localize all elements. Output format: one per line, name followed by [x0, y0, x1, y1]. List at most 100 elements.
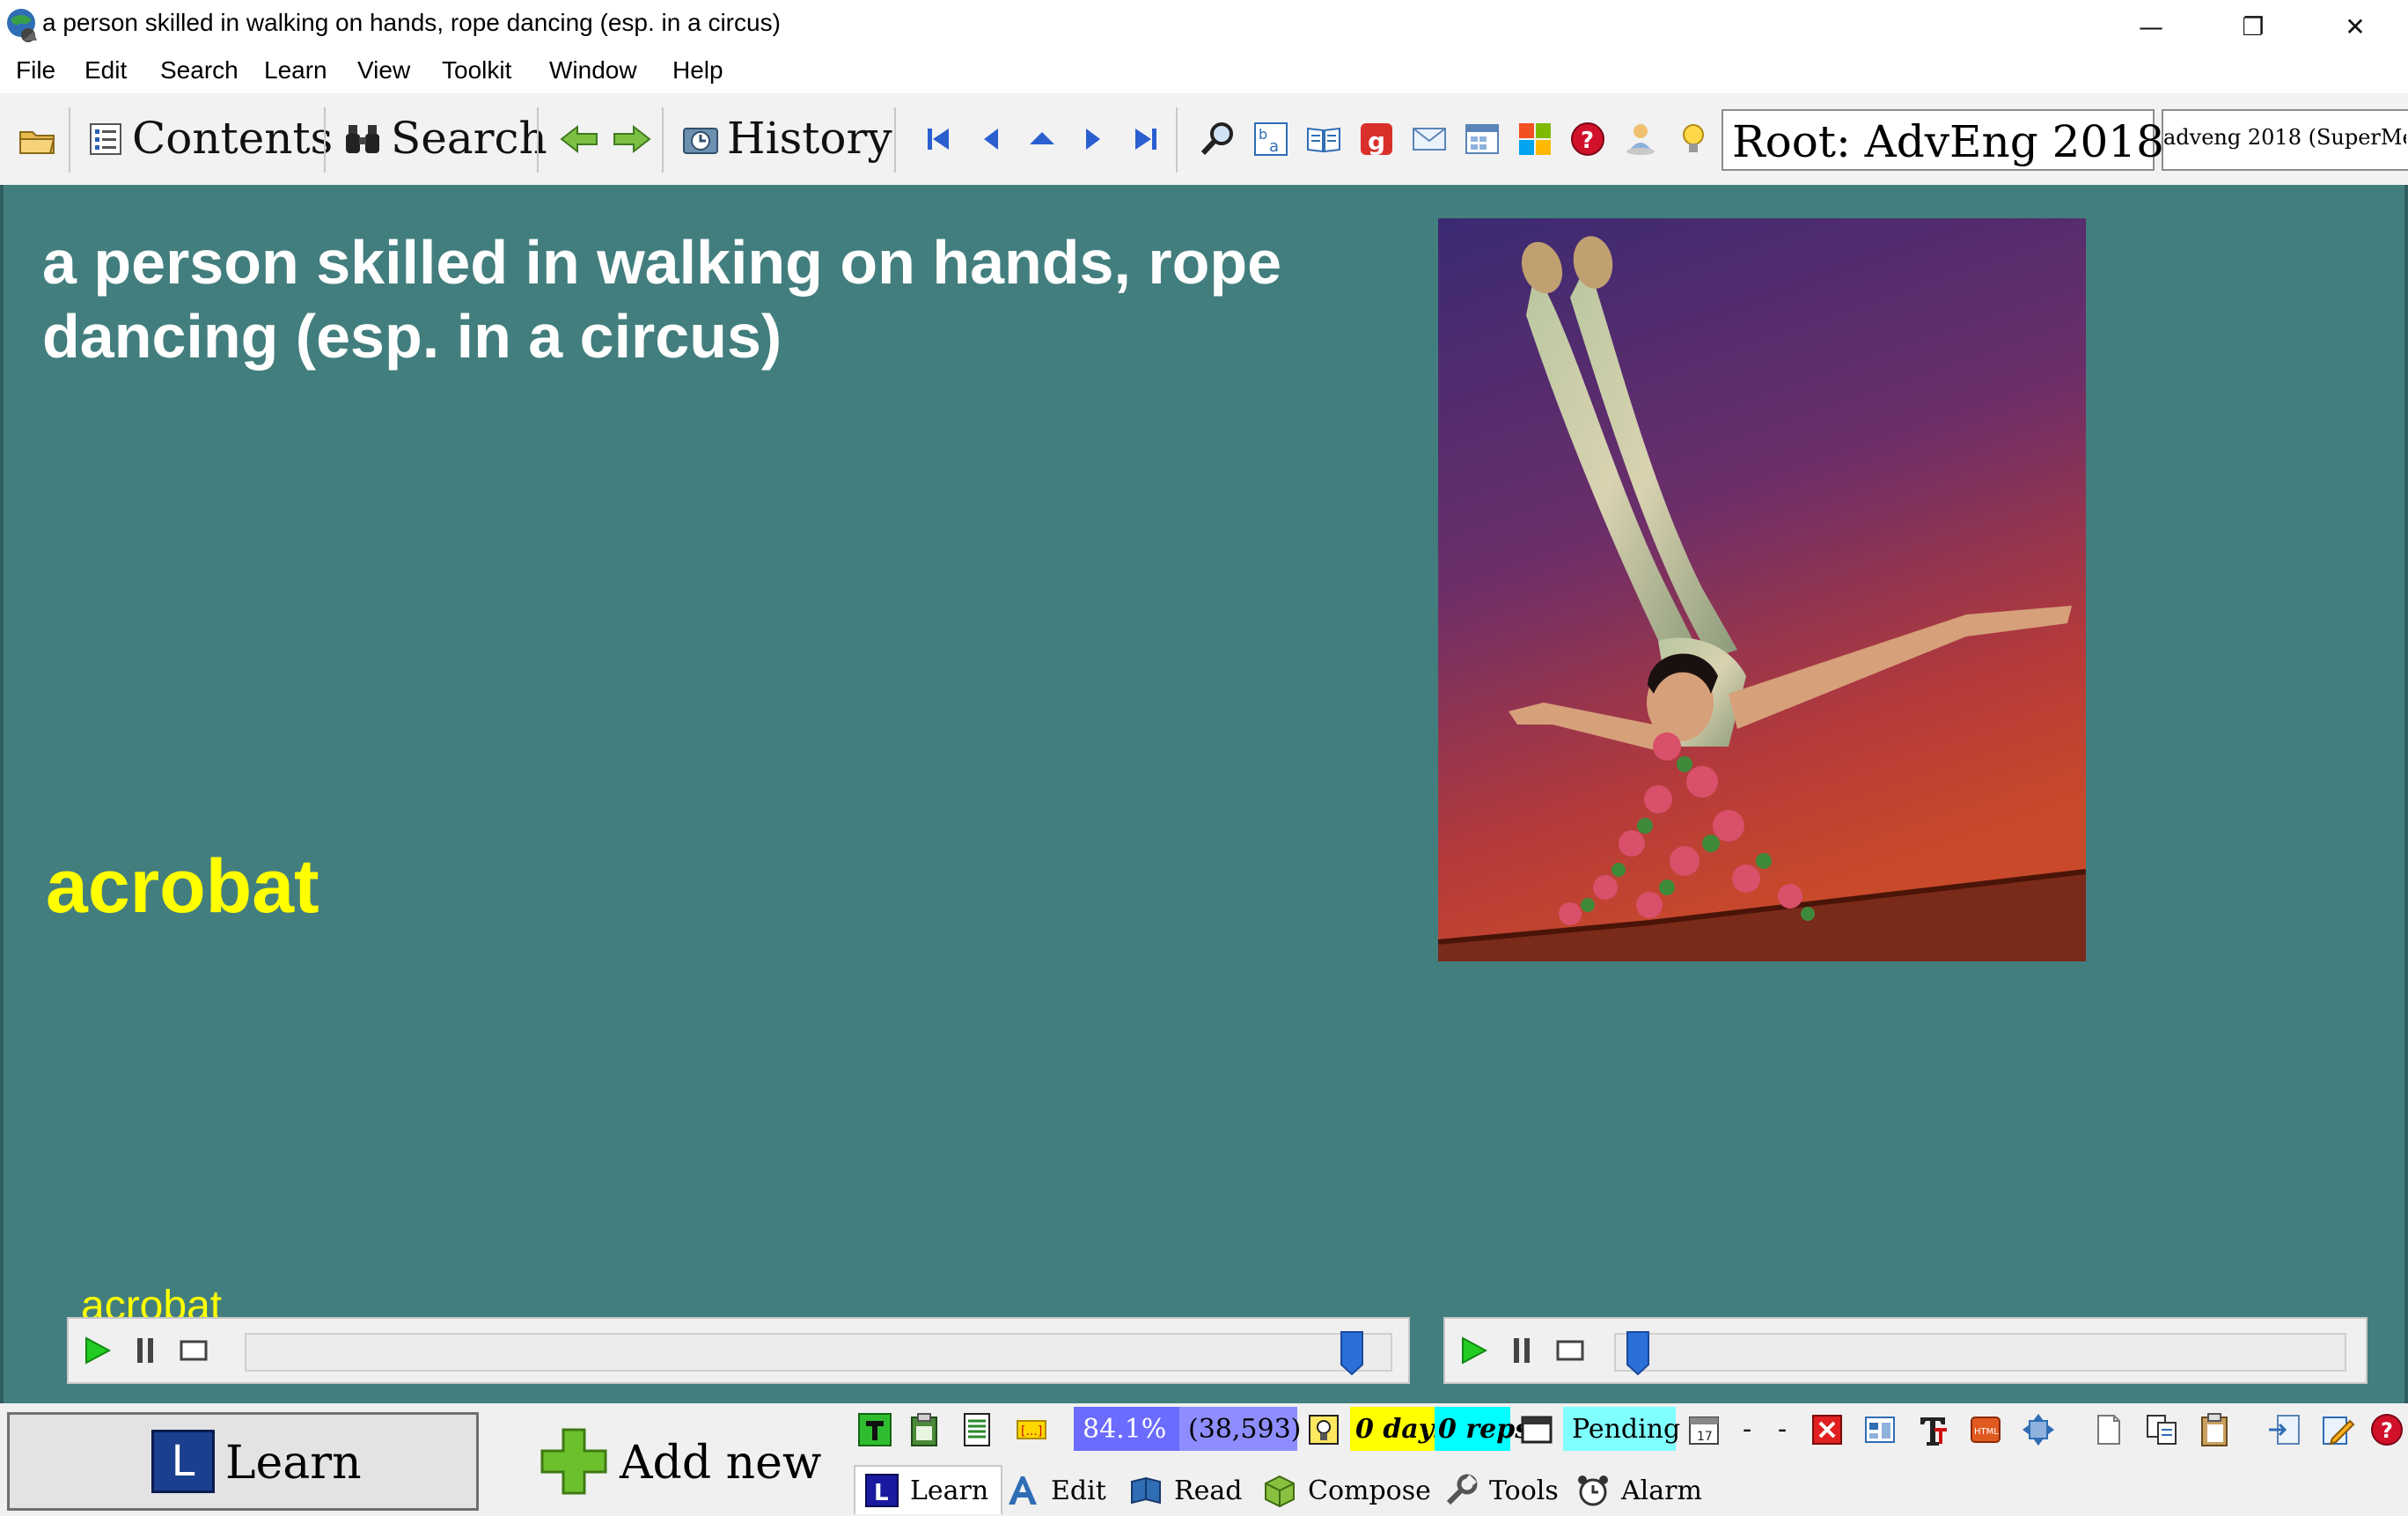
menu-toolkit[interactable]: Toolkit: [442, 56, 511, 85]
compose-cube-icon: [1262, 1473, 1297, 1508]
calculator-window-icon[interactable]: [1463, 120, 1501, 158]
layout-icon[interactable]: [1861, 1410, 1899, 1449]
acrobat-photo[interactable]: [1438, 218, 2086, 961]
magnifier-icon[interactable]: [1199, 120, 1237, 158]
tab-tools[interactable]: Tools: [1443, 1468, 1559, 1512]
contents-icon[interactable]: [86, 120, 125, 158]
seek-thumb-1[interactable]: [1340, 1331, 1363, 1375]
tab-edit[interactable]: Edit: [1005, 1468, 1106, 1512]
retention-value: 84.1%: [1074, 1407, 1179, 1451]
seek-track-2[interactable]: [1614, 1333, 2346, 1372]
help-icon[interactable]: ?: [2368, 1410, 2406, 1449]
menu-learn[interactable]: Learn: [264, 56, 327, 85]
menu-view[interactable]: View: [357, 56, 410, 85]
copy-icon[interactable]: [2142, 1410, 2181, 1449]
tab-compose-label: Compose: [1308, 1475, 1431, 1506]
html-icon[interactable]: HTML: [1966, 1410, 2005, 1449]
svg-text:17: 17: [1697, 1430, 1713, 1444]
windows-logo-icon[interactable]: [1516, 120, 1554, 158]
pause-icon[interactable]: [125, 1329, 167, 1372]
branch-text: Root: AdvEng 2018: [1732, 116, 2164, 167]
import-icon[interactable]: [2265, 1410, 2304, 1449]
answer-text[interactable]: acrobat: [46, 843, 319, 931]
learn-tab-icon: L: [864, 1473, 899, 1508]
lightbulb-icon[interactable]: [1674, 120, 1713, 158]
learn-button-label: Learn: [225, 1437, 362, 1490]
back-arrow-icon[interactable]: [560, 120, 598, 158]
contents-button[interactable]: Contents: [132, 113, 333, 164]
clipboard-icon[interactable]: [905, 1410, 943, 1449]
new-page-icon[interactable]: [2089, 1410, 2128, 1449]
stop-icon[interactable]: [173, 1329, 215, 1372]
priority-icon[interactable]: [1304, 1410, 1343, 1449]
person-icon[interactable]: [1621, 120, 1660, 158]
read-book-icon: [1128, 1473, 1164, 1508]
play-icon[interactable]: [1452, 1329, 1494, 1372]
last-element-icon[interactable]: [1127, 120, 1165, 158]
google-icon[interactable]: g: [1357, 120, 1396, 158]
document-lines-icon[interactable]: [958, 1410, 996, 1449]
menu-search[interactable]: Search: [160, 56, 239, 85]
previous-element-icon[interactable]: [972, 120, 1010, 158]
question-text[interactable]: a person skilled in walking on hands, ro…: [42, 225, 1415, 373]
edit-A-icon: [1005, 1473, 1040, 1508]
history-button[interactable]: History: [727, 113, 892, 164]
tab-learn-label: Learn: [910, 1475, 989, 1506]
menu-window[interactable]: Window: [549, 56, 637, 85]
svg-text:?: ?: [1581, 128, 1594, 154]
svg-text:b: b: [1259, 126, 1267, 143]
search-button[interactable]: Search: [391, 113, 547, 164]
seek-thumb-2[interactable]: [1626, 1331, 1649, 1375]
paste-icon[interactable]: [2195, 1410, 2234, 1449]
play-icon[interactable]: [76, 1329, 118, 1372]
forward-arrow-icon[interactable]: [613, 120, 651, 158]
parent-element-icon[interactable]: [1023, 120, 1061, 158]
calendar-icon[interactable]: 17: [1685, 1410, 1723, 1449]
stop-icon[interactable]: [1549, 1329, 1591, 1372]
svg-text:?: ?: [2381, 1418, 2393, 1443]
tab-learn[interactable]: L Learn: [854, 1465, 1003, 1514]
pending-status: Pending: [1563, 1407, 1680, 1451]
minimize-button[interactable]: —: [2100, 0, 2202, 53]
tab-edit-label: Edit: [1051, 1475, 1106, 1506]
restore-button[interactable]: ❐: [2202, 0, 2304, 53]
font-T-icon[interactable]: [1913, 1410, 1952, 1449]
add-new-label: Add new: [620, 1437, 822, 1490]
pause-icon[interactable]: [1501, 1329, 1544, 1372]
binoculars-icon[interactable]: [343, 120, 382, 158]
menu-help[interactable]: Help: [672, 56, 723, 85]
supermemo-app-icon[interactable]: [2, 5, 40, 44]
seek-track-1[interactable]: [245, 1333, 1392, 1372]
svg-text:a: a: [1269, 137, 1279, 156]
delete-icon[interactable]: [1808, 1410, 1846, 1449]
translate-icon[interactable]: ba: [1252, 120, 1290, 158]
green-plus-icon: [540, 1428, 607, 1495]
svg-text:[...]: [...]: [1021, 1424, 1042, 1439]
cloze-icon[interactable]: [...]: [1012, 1410, 1051, 1449]
next-element-icon[interactable]: [1074, 120, 1112, 158]
svg-text:L: L: [874, 1480, 889, 1506]
menu-file[interactable]: File: [16, 56, 55, 85]
status-dash-2: -: [1778, 1413, 1788, 1445]
tab-read-label: Read: [1174, 1475, 1243, 1506]
first-element-icon[interactable]: [919, 120, 958, 158]
text-T-icon[interactable]: [855, 1410, 894, 1449]
window-icon[interactable]: [1517, 1410, 1556, 1449]
edit-page-icon[interactable]: [2318, 1410, 2357, 1449]
tab-read[interactable]: Read: [1128, 1468, 1242, 1512]
interval-days: 0 days: [1350, 1407, 1449, 1451]
mail-icon[interactable]: [1410, 120, 1449, 158]
tab-alarm[interactable]: Alarm: [1575, 1468, 1702, 1512]
resize-icon[interactable]: [2019, 1410, 2058, 1449]
close-button[interactable]: ✕: [2304, 0, 2406, 53]
menu-edit[interactable]: Edit: [84, 56, 127, 85]
toolbar-separator: [894, 107, 896, 173]
open-folder-icon[interactable]: [18, 120, 56, 158]
history-icon[interactable]: [681, 120, 720, 158]
svg-text:HTML: HTML: [1974, 1427, 1999, 1437]
tab-compose[interactable]: Compose: [1262, 1468, 1431, 1512]
alarm-clock-icon: [1575, 1473, 1611, 1508]
repetitions-count: 0 reps: [1435, 1407, 1530, 1451]
help-icon[interactable]: ?: [1568, 120, 1607, 158]
dictionary-book-icon[interactable]: [1304, 120, 1343, 158]
